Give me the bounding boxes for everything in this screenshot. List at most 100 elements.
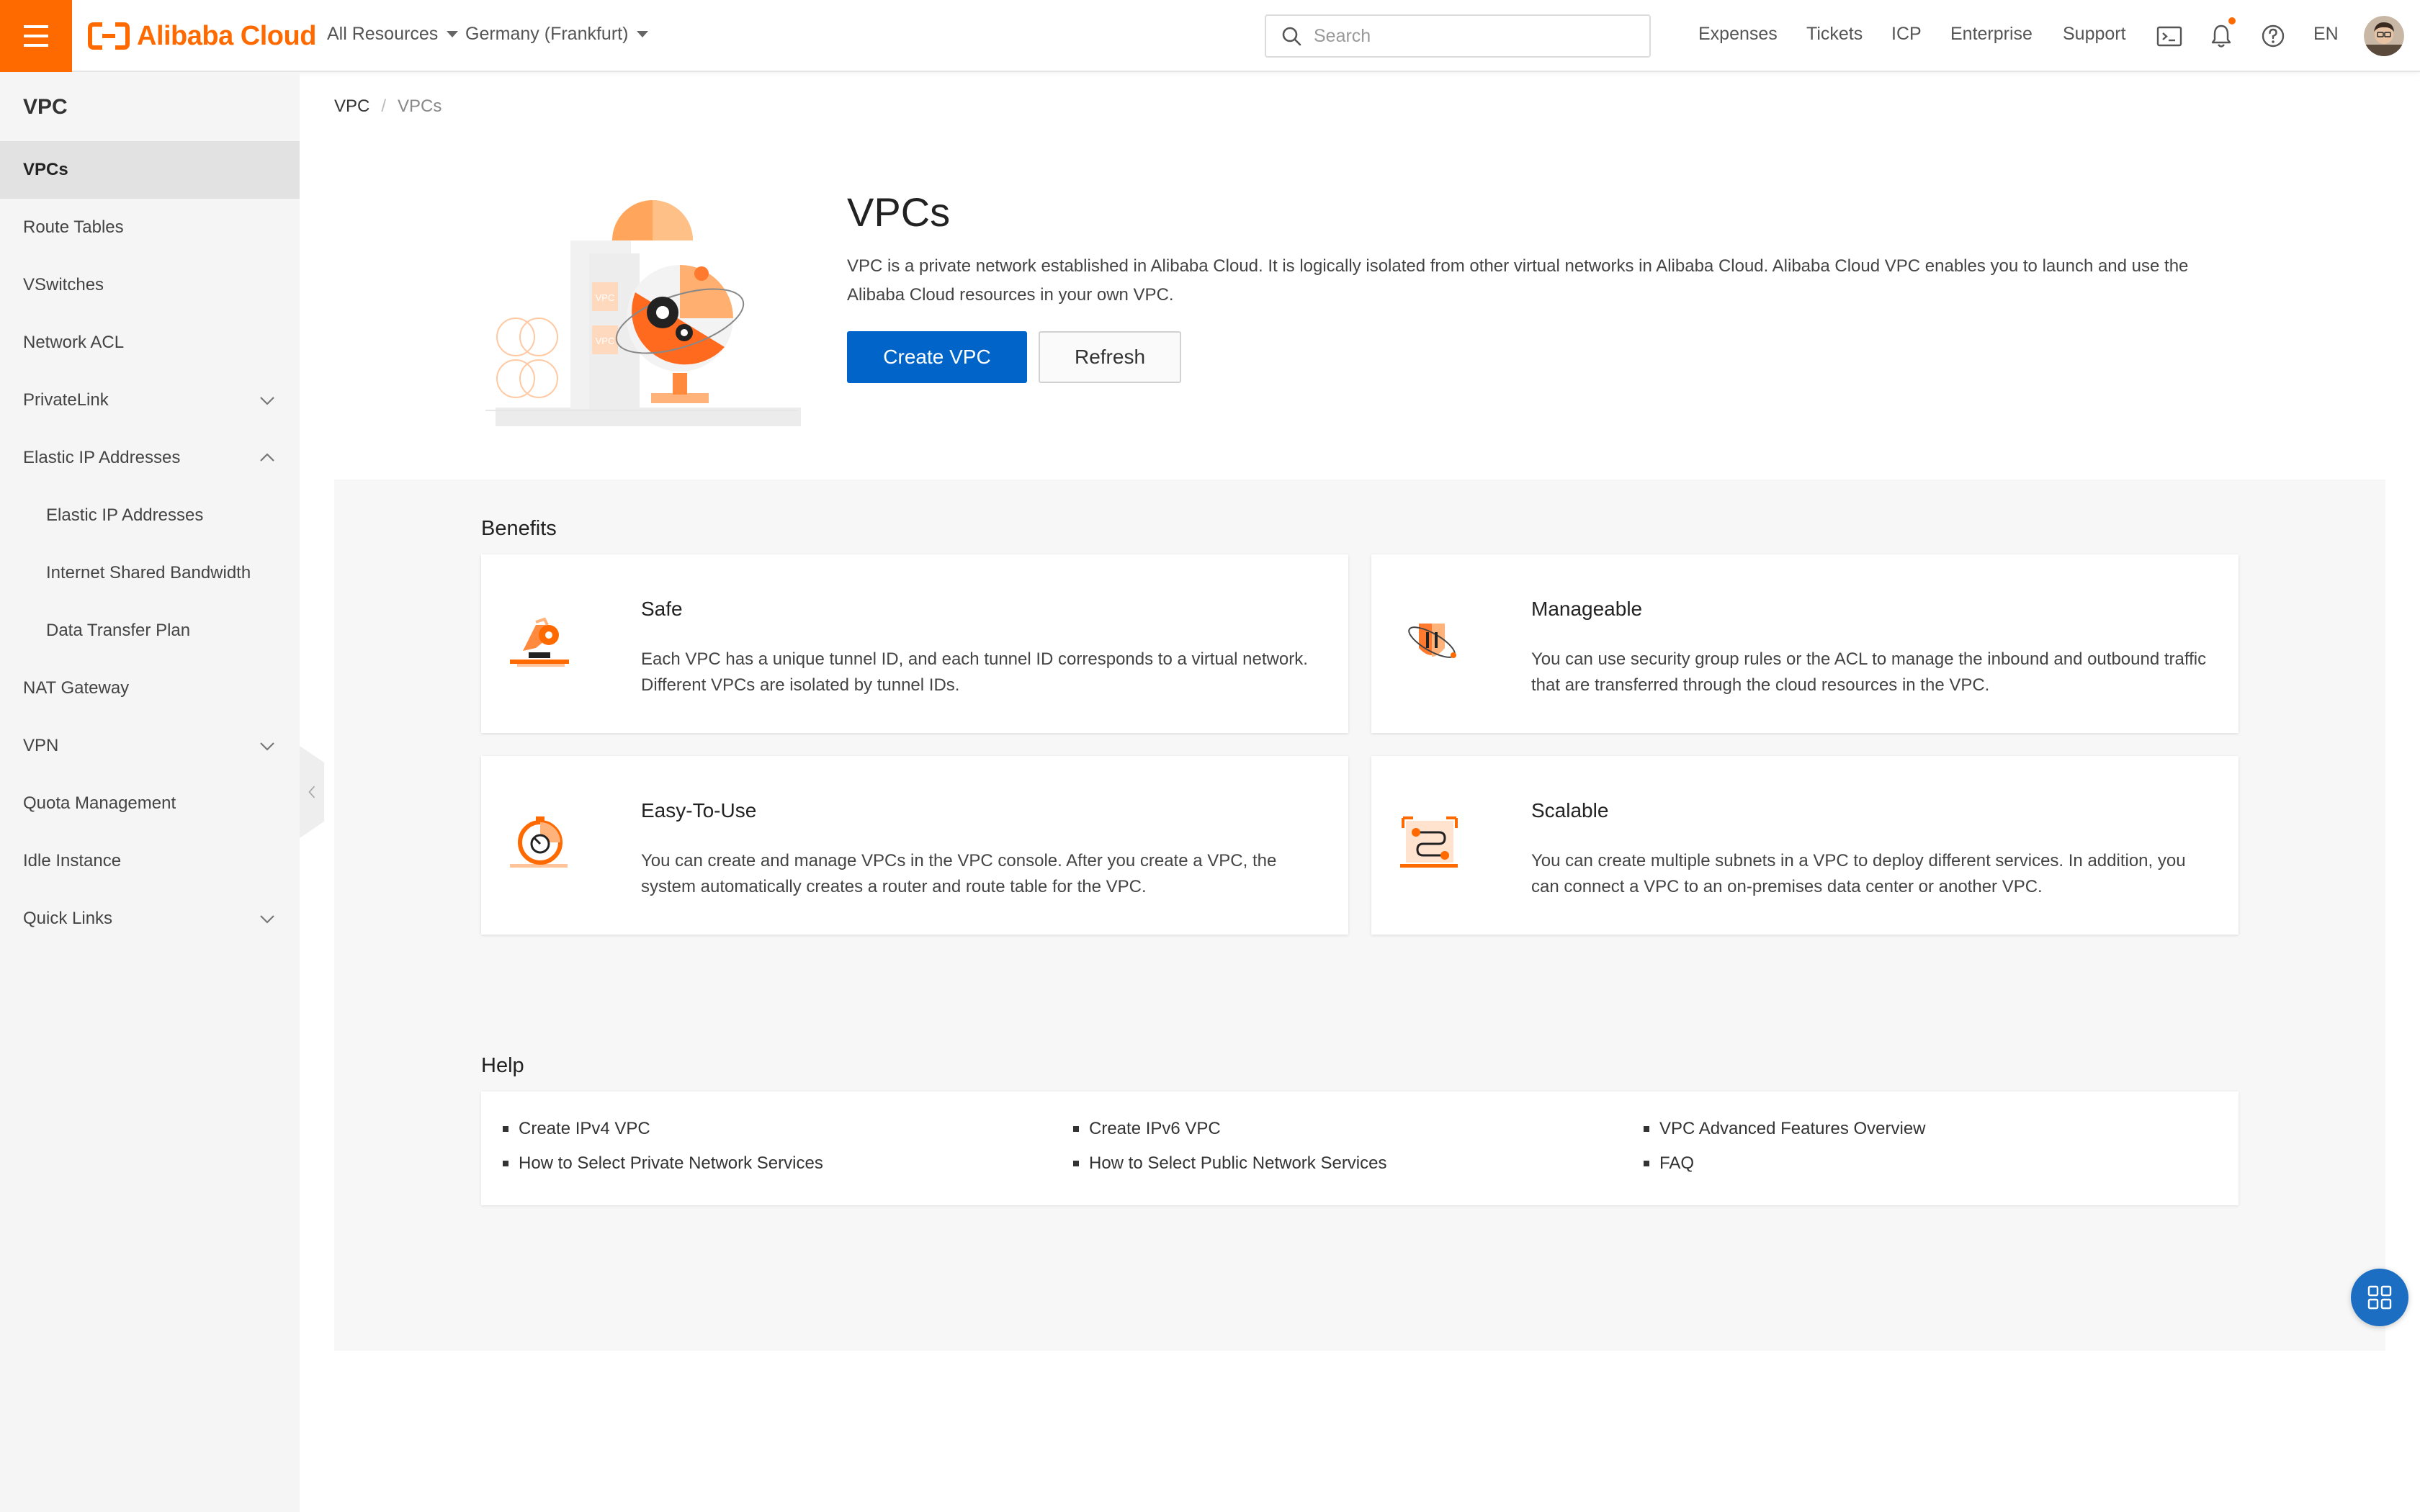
global-search[interactable] <box>1265 14 1651 58</box>
bullet-icon <box>503 1126 508 1132</box>
sidebar-item-vpn[interactable]: VPN <box>0 717 300 775</box>
breadcrumb-current: VPCs <box>398 96 442 116</box>
vpc-tag-label: VPC <box>596 292 615 303</box>
enterprise-link[interactable]: Enterprise <box>1950 24 2033 45</box>
sidebar-item-label: Idle Instance <box>23 851 122 870</box>
caret-down-icon <box>447 31 459 37</box>
help-heading: Help <box>481 1054 524 1077</box>
sidebar-item-internet-shared-bandwidth[interactable]: Internet Shared Bandwidth <box>0 544 300 602</box>
sidebar-item-label: PrivateLink <box>23 390 109 410</box>
sidebar-item-privatelink[interactable]: PrivateLink <box>0 372 300 429</box>
sidebar-item-label: Elastic IP Addresses <box>46 505 204 525</box>
sidebar-item-label: Internet Shared Bandwidth <box>46 563 251 582</box>
tickets-link[interactable]: Tickets <box>1806 24 1863 45</box>
benefit-title: Easy-To-Use <box>641 799 757 822</box>
benefit-description: You can use security group rules or the … <box>1531 649 2207 695</box>
chevron-down-icon <box>260 915 274 924</box>
bullet-icon <box>503 1161 508 1166</box>
benefit-description: You can create multiple subnets in a VPC… <box>1531 851 2186 896</box>
help-link-private-network-services[interactable]: How to Select Private Network Services <box>503 1153 823 1174</box>
help-link-vpc-advanced-features[interactable]: VPC Advanced Features Overview <box>1644 1119 1926 1139</box>
sidebar-item-quick-links[interactable]: Quick Links <box>0 890 300 948</box>
benefits-heading: Benefits <box>481 517 557 540</box>
sidebar: VPC VPCs Route Tables VSwitches Network … <box>0 72 300 1512</box>
sidebar-item-vpcs[interactable]: VPCs <box>0 141 300 199</box>
chevron-down-icon <box>260 397 274 405</box>
help-link-label: How to Select Public Network Services <box>1089 1153 1387 1173</box>
benefit-title: Safe <box>641 598 683 620</box>
chevron-up-icon <box>260 453 274 462</box>
benefit-title: Manageable <box>1531 598 1643 620</box>
sidebar-item-route-tables[interactable]: Route Tables <box>0 199 300 256</box>
floating-apps-button[interactable] <box>2351 1269 2408 1326</box>
sidebar-item-quota-management[interactable]: Quota Management <box>0 775 300 832</box>
bullet-icon <box>1073 1126 1079 1132</box>
refresh-button[interactable]: Refresh <box>1039 331 1181 383</box>
language-switch[interactable]: EN <box>2313 24 2339 45</box>
chevron-left-icon <box>308 786 315 798</box>
sidebar-item-elastic-ip-addresses-group[interactable]: Elastic IP Addresses <box>0 429 300 487</box>
vpc-hero-illustration: VPC VPC <box>485 200 801 426</box>
help-link-label: VPC Advanced Features Overview <box>1659 1119 1926 1138</box>
help-link-label: FAQ <box>1659 1153 1695 1173</box>
benefit-description: You can create and manage VPCs in the VP… <box>641 851 1277 896</box>
apps-grid-icon <box>2367 1285 2392 1310</box>
shield-icon <box>510 617 569 667</box>
help-links-box: Create IPv4 VPC Create IPv6 VPC VPC Adva… <box>481 1092 2238 1205</box>
breadcrumb-vpc[interactable]: VPC <box>334 96 369 117</box>
sidebar-item-label: VSwitches <box>23 275 104 294</box>
benefit-card-easy-to-use: Easy-To-Use You can create and manage VP… <box>481 756 1348 935</box>
page-description: VPC is a private network established in … <box>847 256 2189 305</box>
sidebar-item-label: Elastic IP Addresses <box>23 448 181 467</box>
sidebar-item-elastic-ip-addresses[interactable]: Elastic IP Addresses <box>0 487 300 544</box>
page-title: VPCs <box>847 189 951 235</box>
sidebar-item-label: NAT Gateway <box>23 678 130 698</box>
sidebar-item-nat-gateway[interactable]: NAT Gateway <box>0 660 300 717</box>
help-link-public-network-services[interactable]: How to Select Public Network Services <box>1073 1153 1386 1174</box>
help-link-faq[interactable]: FAQ <box>1644 1153 1694 1174</box>
sidebar-item-label: Data Transfer Plan <box>46 621 191 640</box>
terminal-icon[interactable] <box>2155 22 2184 50</box>
all-resources-label: All Resources <box>327 24 439 44</box>
bullet-icon <box>1073 1161 1079 1166</box>
benefit-card-manageable: Manageable You can use security group ru… <box>1371 554 2238 733</box>
stopwatch-icon <box>510 816 568 868</box>
expenses-link[interactable]: Expenses <box>1698 24 1778 45</box>
vpc-tag-label: VPC <box>596 336 615 346</box>
region-label: Germany (Frankfurt) <box>465 24 629 44</box>
icp-link[interactable]: ICP <box>1891 24 1922 45</box>
sidebar-item-data-transfer-plan[interactable]: Data Transfer Plan <box>0 602 300 660</box>
top-navigation-bar: Alibaba Cloud All Resources Germany (Fra… <box>0 0 2420 72</box>
region-dropdown[interactable]: Germany (Frankfurt) <box>465 24 649 45</box>
sidebar-item-label: VPN <box>23 736 59 755</box>
bullet-icon <box>1644 1161 1649 1166</box>
caret-down-icon <box>637 31 649 37</box>
help-link-label: Create IPv6 VPC <box>1089 1119 1221 1138</box>
sidebar-collapse-handle[interactable] <box>300 746 324 838</box>
benefit-card-scalable: Scalable You can create multiple subnets… <box>1371 756 2238 935</box>
help-link-label: Create IPv4 VPC <box>519 1119 650 1138</box>
alibaba-cloud-logo[interactable]: Alibaba Cloud <box>88 19 316 53</box>
help-link-create-ipv4-vpc[interactable]: Create IPv4 VPC <box>503 1119 650 1139</box>
help-icon[interactable] <box>2259 22 2287 50</box>
breadcrumb: VPC / VPCs <box>334 96 442 117</box>
create-vpc-button[interactable]: Create VPC <box>847 331 1027 383</box>
user-avatar[interactable] <box>2364 16 2404 56</box>
subnet-icon <box>1400 816 1458 868</box>
search-icon <box>1282 27 1301 46</box>
menu-hamburger-icon[interactable] <box>0 0 72 72</box>
security-rules-icon <box>1408 624 1456 658</box>
bell-icon[interactable] <box>2207 22 2236 50</box>
sidebar-item-network-acl[interactable]: Network ACL <box>0 314 300 372</box>
support-link[interactable]: Support <box>2063 24 2126 45</box>
sidebar-item-idle-instance[interactable]: Idle Instance <box>0 832 300 890</box>
benefit-title: Scalable <box>1531 799 1609 822</box>
help-link-create-ipv6-vpc[interactable]: Create IPv6 VPC <box>1073 1119 1221 1139</box>
sidebar-item-vswitches[interactable]: VSwitches <box>0 256 300 314</box>
sidebar-title: VPC <box>23 95 68 119</box>
all-resources-dropdown[interactable]: All Resources <box>327 24 459 45</box>
search-input[interactable] <box>1314 25 1631 47</box>
bullet-icon <box>1644 1126 1649 1132</box>
sidebar-item-label: VPCs <box>23 160 68 179</box>
sidebar-item-label: Quick Links <box>23 909 113 928</box>
